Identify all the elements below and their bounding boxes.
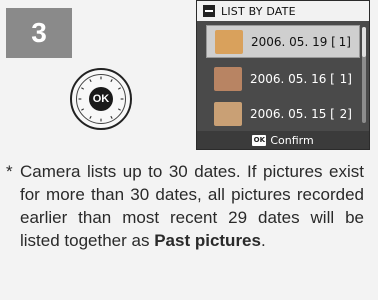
- screen-header: LIST BY DATE: [197, 1, 369, 21]
- screen-footer: OK Confirm: [197, 131, 369, 149]
- step-number: 3: [31, 17, 47, 48]
- camera-screen: LIST BY DATE 2006. 05. 19 [ 1] 2006. 05.…: [196, 0, 370, 150]
- footnote: * Camera lists up to 30 dates. If pictur…: [6, 160, 364, 252]
- ok-label: OK: [92, 93, 110, 105]
- footnote-end: .: [260, 231, 266, 250]
- thumbnail-icon: [215, 29, 243, 54]
- confirm-label: Confirm: [270, 133, 314, 147]
- calendar-icon: [203, 5, 215, 17]
- row-date: 2006. 05. 19 [: [251, 34, 336, 49]
- thumbnail-icon: [214, 66, 242, 91]
- date-row[interactable]: 2006. 05. 19 [ 1]: [206, 25, 360, 58]
- date-row[interactable]: 2006. 05. 16 [ 1]: [206, 62, 360, 95]
- ok-mini-icon: OK: [252, 134, 267, 146]
- footnote-bold: Past pictures: [154, 231, 261, 250]
- date-row[interactable]: 2006. 05. 15 [ 2]: [206, 97, 360, 130]
- thumbnail-icon: [214, 101, 242, 126]
- row-date: 2006. 05. 16 [: [250, 71, 335, 86]
- row-count: 1]: [339, 71, 352, 86]
- instruction-card: 3 OK LIST BY DATE 2006. 05. 19 [1] 2006…: [0, 0, 378, 300]
- row-date: 2006. 05. 15 [: [250, 106, 335, 121]
- ok-button[interactable]: OK: [89, 87, 113, 111]
- footnote-marker: *: [6, 162, 13, 181]
- scrollbar[interactable]: [362, 27, 366, 123]
- row-count: 1]: [338, 34, 351, 49]
- scroll-thumb[interactable]: [362, 27, 366, 57]
- step-number-badge: 3: [6, 8, 72, 58]
- row-count: 2]: [339, 106, 352, 121]
- ok-dial[interactable]: OK: [70, 68, 132, 130]
- screen-title: LIST BY DATE: [221, 4, 296, 18]
